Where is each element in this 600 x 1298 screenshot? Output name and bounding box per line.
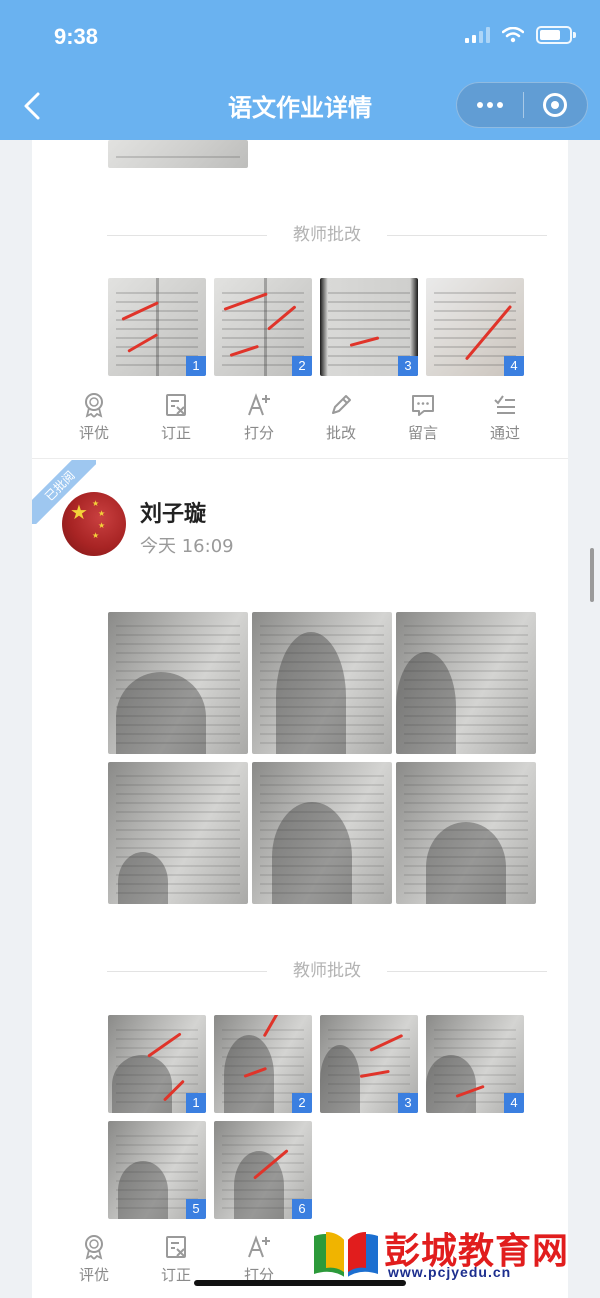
avatar[interactable]: ★ ★ ★ ★ ★ (62, 492, 126, 556)
action-label: 评优 (78, 424, 109, 442)
teacher-correction-divider: 教师批改 (107, 960, 547, 982)
message-button[interactable]: 留言 (393, 392, 453, 443)
photo-index-badge: 1 (186, 356, 206, 376)
action-label: 通过 (489, 424, 520, 442)
action-label: 打分 (243, 424, 274, 442)
corrected-photo[interactable]: 4 (426, 1015, 524, 1113)
book-logo-icon (314, 1226, 378, 1278)
status-time: 9:38 (54, 24, 99, 49)
entry-separator (32, 458, 568, 459)
corrected-photo[interactable]: 5 (108, 1121, 206, 1219)
award-button[interactable]: 评优 (64, 392, 124, 443)
submission-photo[interactable] (108, 762, 248, 904)
divider-label: 教师批改 (293, 961, 361, 981)
photo-index-badge: 3 (398, 1093, 418, 1113)
teacher-correction-divider: 教师批改 (107, 224, 547, 246)
corrected-photo[interactable]: 1 (108, 1015, 206, 1113)
correction-icon (166, 394, 186, 416)
home-indicator[interactable] (194, 1280, 406, 1286)
score-button[interactable]: 打分 (229, 392, 289, 443)
correction-button[interactable]: 订正 (146, 1234, 206, 1285)
corrected-photo[interactable]: 6 (214, 1121, 312, 1219)
correction-icon (166, 1236, 186, 1258)
pass-button[interactable]: 通过 (475, 392, 535, 443)
score-button[interactable]: 打分 (229, 1234, 289, 1285)
submission-photo[interactable] (396, 612, 536, 754)
submission-photo[interactable] (108, 140, 248, 168)
homework-card: 教师批改 1 2 3 4 评优 订正 打分 批改 留言 通过 已批阅 ★ ★ ★… (32, 140, 568, 1298)
score-icon (248, 1235, 270, 1258)
submission-photo[interactable] (252, 612, 392, 754)
photo-index-badge: 6 (292, 1199, 312, 1219)
submission-photo[interactable] (252, 762, 392, 904)
photo-index-badge: 2 (292, 356, 312, 376)
award-icon (85, 1235, 103, 1260)
student-name: 刘子璇 (140, 502, 207, 527)
scrollbar[interactable] (590, 548, 594, 602)
corrected-photo[interactable]: 2 (214, 278, 312, 376)
status-icons (465, 26, 576, 44)
corrected-photo[interactable]: 3 (320, 278, 418, 376)
score-icon (248, 393, 270, 416)
mini-program-capsule (456, 82, 588, 128)
photo-index-badge: 4 (504, 356, 524, 376)
photo-index-badge: 1 (186, 1093, 206, 1113)
submit-time: 今天 16:09 (140, 536, 234, 557)
grade-button[interactable]: 批改 (311, 392, 371, 443)
cellular-signal-icon (465, 27, 490, 43)
pass-icon (494, 395, 515, 414)
action-label: 评优 (78, 1266, 109, 1284)
correction-button[interactable]: 订正 (146, 392, 206, 443)
corrected-photo[interactable]: 1 (108, 278, 206, 376)
submission-photo[interactable] (108, 612, 248, 754)
action-label: 留言 (407, 424, 438, 442)
submission-photo[interactable] (396, 762, 536, 904)
action-label: 批改 (325, 424, 356, 442)
corrected-photo[interactable]: 4 (426, 278, 524, 376)
award-button[interactable]: 评优 (64, 1234, 124, 1285)
more-menu-button[interactable] (457, 82, 523, 128)
award-icon (85, 393, 103, 418)
battery-icon (536, 26, 576, 44)
corrected-photo[interactable]: 3 (320, 1015, 418, 1113)
pencil-icon (332, 395, 351, 414)
divider-label: 教师批改 (293, 225, 361, 245)
photo-index-badge: 4 (504, 1093, 524, 1113)
photo-index-badge: 2 (292, 1093, 312, 1113)
corrected-photo[interactable]: 2 (214, 1015, 312, 1113)
close-mini-program-button[interactable] (524, 82, 588, 128)
site-watermark: 彭城教育网 www.pcjyedu.cn (306, 1222, 594, 1284)
top-bar: 9:38 语文作业详情 (0, 0, 600, 140)
action-bar: 评优 订正 打分 批改 留言 通过 (32, 392, 568, 452)
photo-index-badge: 5 (186, 1199, 206, 1219)
photo-index-badge: 3 (398, 356, 418, 376)
watermark-url: www.pcjyedu.cn (388, 1264, 512, 1280)
wifi-icon (502, 27, 524, 43)
message-icon (412, 395, 434, 416)
action-label: 订正 (160, 424, 191, 442)
